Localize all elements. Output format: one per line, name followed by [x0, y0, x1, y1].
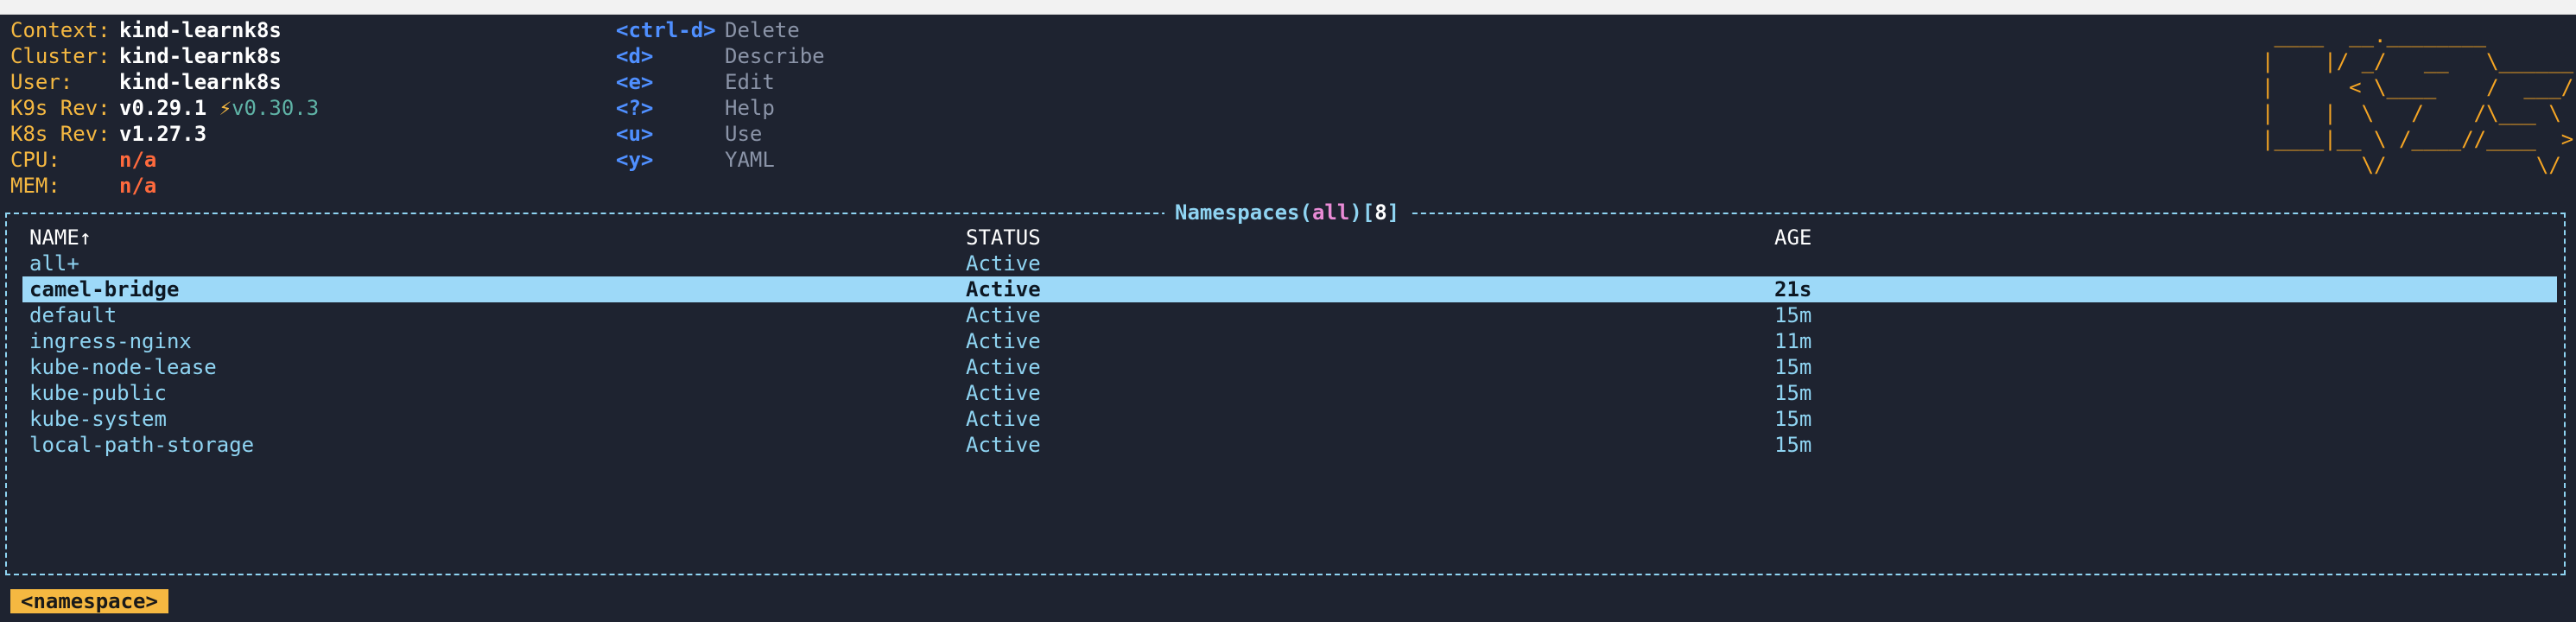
- panel-title: Namespaces(all)[8]: [1164, 200, 1411, 225]
- info-k8s-rev: K8s Rev: v1.27.3: [10, 121, 319, 147]
- cell-status: Active: [966, 381, 1041, 405]
- cell-name: kube-system: [29, 407, 167, 431]
- hotkey-desc: Help: [725, 96, 775, 120]
- table-row[interactable]: kube-node-lease Active 15m: [22, 354, 2557, 380]
- hotkey-desc: YAML: [725, 148, 775, 172]
- cell-name: local-path-storage: [29, 433, 255, 457]
- new-version: v0.30.3: [232, 96, 320, 120]
- info-k9s-rev: K9s Rev: v0.29.1 ⚡v0.30.3: [10, 95, 319, 121]
- info-key: Context:: [10, 18, 111, 42]
- info-context: Context: kind-learnk8s: [10, 17, 319, 43]
- cell-status: Active: [966, 355, 1041, 379]
- cell-name: ingress-nginx: [29, 329, 192, 353]
- hotkey-key: <?>: [616, 96, 654, 120]
- window-title-bar: [0, 0, 2576, 15]
- cell-name: camel-bridge: [29, 277, 180, 301]
- hotkey-yaml[interactable]: <y> YAML: [616, 147, 825, 173]
- table-row[interactable]: kube-public Active 15m: [22, 380, 2557, 406]
- mem-value: n/a: [119, 174, 157, 198]
- column-header-age[interactable]: AGE: [1774, 225, 2557, 251]
- info-key: Cluster:: [10, 44, 111, 68]
- hotkey-desc: Use: [725, 122, 763, 146]
- cell-age: 15m: [1774, 407, 1812, 431]
- hotkey-key: <e>: [616, 70, 654, 94]
- hotkey-key: <ctrl-d>: [616, 18, 716, 42]
- hotkey-desc: Delete: [725, 18, 800, 42]
- info-key: MEM:: [10, 174, 60, 198]
- panel-title-prefix: Namespaces(: [1175, 200, 1312, 225]
- table-row[interactable]: kube-system Active 15m: [22, 406, 2557, 432]
- cell-age: 15m: [1774, 303, 1812, 327]
- breadcrumb-namespace[interactable]: <namespace>: [10, 589, 168, 613]
- table-row[interactable]: all+ Active: [22, 251, 2557, 276]
- cell-age: [1774, 251, 2557, 276]
- info-key: User:: [10, 70, 73, 94]
- hotkey-help[interactable]: <?> Help: [616, 95, 825, 121]
- cpu-value: n/a: [119, 148, 157, 172]
- cell-status: Active: [966, 329, 1041, 353]
- k9s-version: v0.29.1: [119, 96, 207, 120]
- cell-age: 21s: [1774, 277, 1812, 301]
- cell-status: Active: [966, 277, 1041, 301]
- cell-age: 15m: [1774, 355, 1812, 379]
- hotkey-menu: <ctrl-d> Delete <d> Describe <e> Edit <?…: [616, 17, 825, 173]
- info-key: CPU:: [10, 148, 60, 172]
- cell-status: Active: [966, 251, 1041, 276]
- info-value: v1.27.3: [119, 122, 207, 146]
- cell-name: kube-node-lease: [29, 355, 217, 379]
- lightning-icon: ⚡: [219, 96, 232, 120]
- column-header-status[interactable]: STATUS: [966, 225, 1774, 251]
- column-header-name[interactable]: NAME↑: [22, 225, 966, 251]
- cell-name: kube-public: [29, 381, 167, 405]
- cell-status: Active: [966, 433, 1041, 457]
- table-header: NAME↑ STATUS AGE: [22, 225, 2557, 251]
- table-row[interactable]: local-path-storage Active 15m: [22, 432, 2557, 458]
- cluster-info: Context: kind-learnk8s Cluster: kind-lea…: [10, 17, 319, 199]
- panel-title-suffix: ]: [1386, 200, 1400, 225]
- namespaces-table: NAME↑ STATUS AGE all+ Active camel-bridg…: [22, 225, 2557, 458]
- cell-status: Active: [966, 303, 1041, 327]
- info-cluster: Cluster: kind-learnk8s: [10, 43, 319, 69]
- info-key: K8s Rev:: [10, 122, 111, 146]
- info-value: kind-learnk8s: [119, 70, 282, 94]
- namespaces-panel: Namespaces(all)[8] NAME↑ STATUS AGE all+…: [5, 200, 2566, 575]
- namespace-count: 8: [1374, 200, 1387, 225]
- hotkey-edit[interactable]: <e> Edit: [616, 69, 825, 95]
- info-user: User: kind-learnk8s: [10, 69, 319, 95]
- cell-name: all+: [29, 251, 79, 276]
- hotkey-key: <d>: [616, 44, 654, 68]
- info-value: kind-learnk8s: [119, 18, 282, 42]
- info-key: K9s Rev:: [10, 96, 111, 120]
- cell-name: default: [29, 303, 117, 327]
- info-mem: MEM: n/a: [10, 173, 319, 199]
- info-cpu: CPU: n/a: [10, 147, 319, 173]
- info-value: v0.29.1 ⚡v0.30.3: [119, 95, 319, 121]
- panel-title-mid: )[: [1349, 200, 1375, 225]
- hotkey-describe[interactable]: <d> Describe: [616, 43, 825, 69]
- k9s-logo: ____ __.________ | |/ _/ __ \______ | < …: [2262, 23, 2574, 177]
- info-value: kind-learnk8s: [119, 44, 282, 68]
- hotkey-desc: Describe: [725, 44, 825, 68]
- hotkey-key: <u>: [616, 122, 654, 146]
- cell-age: 15m: [1774, 381, 1812, 405]
- cell-status: Active: [966, 407, 1041, 431]
- table-row-selected[interactable]: camel-bridge Active 21s: [22, 276, 2557, 302]
- hotkey-use[interactable]: <u> Use: [616, 121, 825, 147]
- hotkey-desc: Edit: [725, 70, 775, 94]
- table-row[interactable]: ingress-nginx Active 11m: [22, 328, 2557, 354]
- table-row[interactable]: default Active 15m: [22, 302, 2557, 328]
- hotkey-key: <y>: [616, 148, 654, 172]
- cell-age: 15m: [1774, 433, 1812, 457]
- namespace-filter: all: [1311, 200, 1350, 225]
- hotkey-delete[interactable]: <ctrl-d> Delete: [616, 17, 825, 43]
- cell-age: 11m: [1774, 329, 1812, 353]
